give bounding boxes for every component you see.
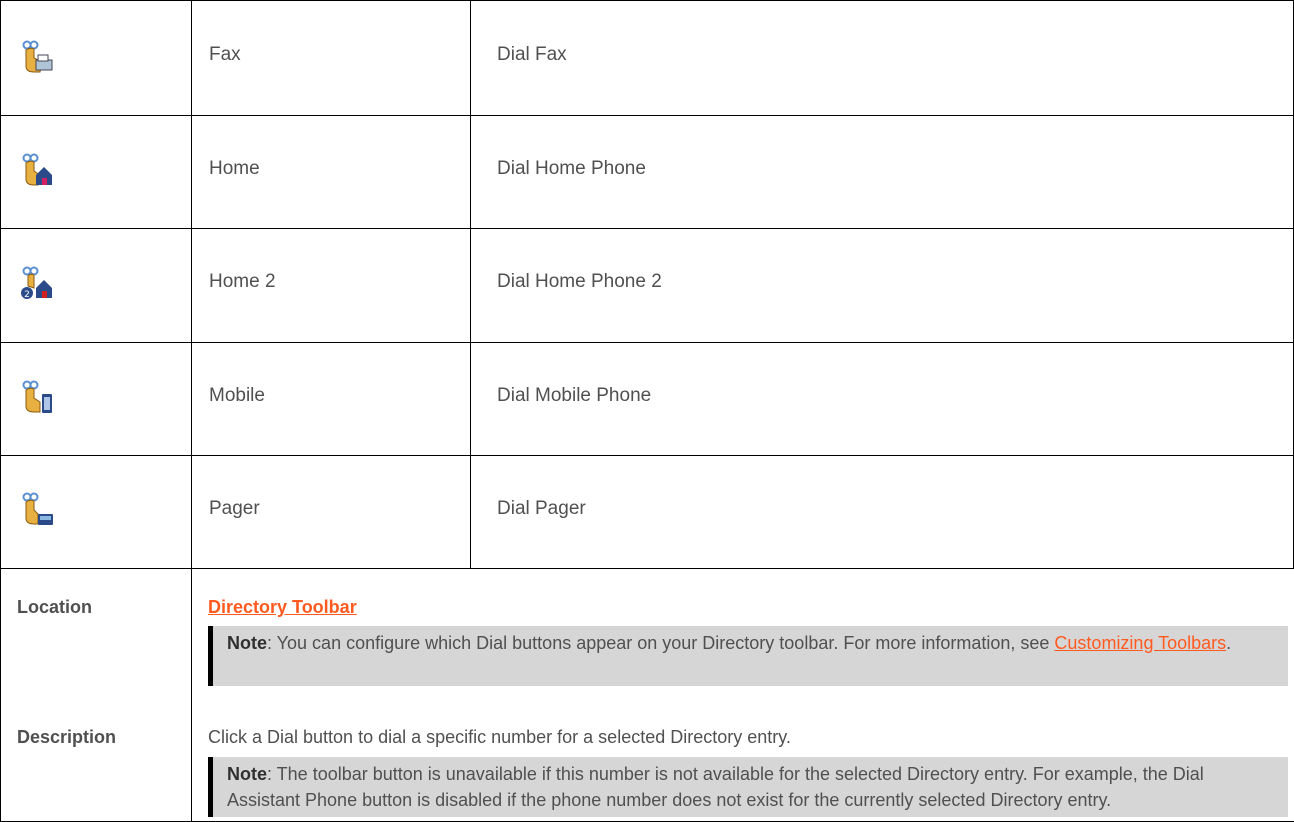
home2-dial-icon: 2 <box>21 266 52 300</box>
row-line-4 <box>0 455 1294 456</box>
description-note-bold: Note <box>227 764 267 784</box>
row-name-mobile: Mobile <box>209 385 265 406</box>
description-text: Click a Dial button to dial a specific n… <box>208 727 791 747</box>
row-name-home: Home <box>209 158 260 179</box>
row-name-home2: Home 2 <box>209 271 276 292</box>
svg-text:2: 2 <box>24 290 30 300</box>
row-line-2 <box>0 228 1294 229</box>
description-note: Note: The toolbar button is unavailable … <box>208 757 1288 817</box>
row-action-home2: Dial Home Phone 2 <box>497 271 662 292</box>
table-border-left <box>0 0 1 822</box>
dial-buttons-table <box>0 0 1294 822</box>
row-action-fax: Dial Fax <box>497 44 567 65</box>
customizing-toolbars-link[interactable]: Customizing Toolbars <box>1054 633 1226 653</box>
row-name-pager: Pager <box>209 498 260 519</box>
fax-dial-icon <box>22 40 53 73</box>
location-note-text: : You can configure which Dial buttons a… <box>267 633 1055 653</box>
row-line-3 <box>0 342 1294 343</box>
table-divider-2 <box>470 0 471 568</box>
description-note-text: : The toolbar button is unavailable if t… <box>227 764 1204 810</box>
row-line-5 <box>0 568 1294 569</box>
row-line-0 <box>0 0 1294 1</box>
row-name-fax: Fax <box>209 44 241 65</box>
home-dial-icon <box>22 153 52 186</box>
row-action-mobile: Dial Mobile Phone <box>497 385 652 406</box>
directory-toolbar-link[interactable]: Directory Toolbar <box>208 597 357 618</box>
location-label: Location <box>17 597 92 617</box>
location-note-end: . <box>1226 633 1232 653</box>
description-label: Description <box>17 727 117 747</box>
pager-dial-icon <box>22 492 53 525</box>
row-action-home: Dial Home Phone <box>497 158 646 179</box>
row-line-1 <box>0 115 1294 116</box>
location-note: Note: You can configure which Dial butto… <box>208 626 1288 686</box>
row-action-pager: Dial Pager <box>497 498 586 519</box>
mobile-dial-icon <box>22 380 52 413</box>
location-note-bold: Note <box>227 633 267 653</box>
table-divider-1 <box>191 0 192 822</box>
